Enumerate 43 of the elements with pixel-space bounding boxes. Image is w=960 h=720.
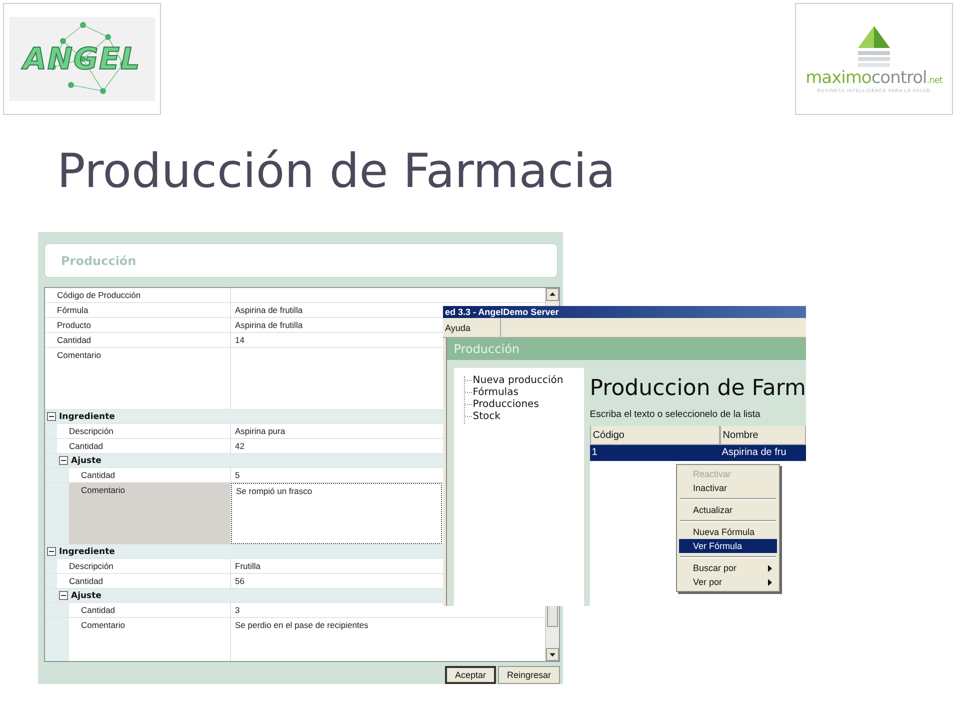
panel-title: Producción bbox=[454, 342, 520, 356]
table-row[interactable]: 1 Aspirina de fru bbox=[590, 445, 806, 461]
table-cell-text: 1 bbox=[590, 446, 598, 460]
field-label: Comentario bbox=[69, 483, 231, 544]
collapse-icon[interactable] bbox=[59, 456, 68, 465]
field-value: Aspirina de frutilla bbox=[234, 319, 303, 330]
field-value: Aspirina de frutilla bbox=[234, 304, 303, 315]
collapse-icon[interactable] bbox=[47, 412, 56, 421]
menu-item[interactable]: Ayuda bbox=[443, 318, 502, 337]
field-value: 42 bbox=[234, 440, 244, 451]
page-heading: Produccion de Farm bbox=[590, 376, 806, 401]
field-value: Frutilla bbox=[234, 560, 261, 571]
window-title: ed 3.3 - AngelDemo Server bbox=[445, 307, 559, 317]
collapse-icon[interactable] bbox=[59, 591, 68, 600]
scroll-up-icon[interactable] bbox=[546, 288, 559, 301]
menu-item[interactable]: Ver por bbox=[679, 575, 777, 589]
group-title: Ajuste bbox=[71, 456, 102, 466]
menu-item[interactable]: Actualizar bbox=[679, 503, 777, 517]
field-value: Aspirina pura bbox=[234, 425, 286, 436]
pyramid-icon bbox=[856, 26, 892, 68]
dialog-button[interactable]: Aceptar bbox=[444, 666, 496, 684]
scroll-thumb[interactable] bbox=[547, 605, 558, 627]
menu-item[interactable]: Nueva Fórmula bbox=[679, 525, 777, 539]
prompt-text: Escriba el texto o seleccionelo de la lista bbox=[590, 409, 762, 420]
dialog-button[interactable]: Reingresar bbox=[498, 666, 560, 684]
group-title: Ajuste bbox=[71, 590, 102, 600]
logo-text: maximocontrol.net bbox=[806, 68, 942, 88]
menu-item[interactable]: Ver Fórmula bbox=[679, 539, 777, 553]
group-title: Ingrediente bbox=[59, 412, 115, 422]
menu-item[interactable]: Buscar por bbox=[679, 561, 777, 575]
scroll-down-icon[interactable] bbox=[546, 648, 559, 661]
slide-title: Producción de Farmacia bbox=[57, 146, 616, 198]
field-value: 5 bbox=[234, 469, 240, 480]
group-title: Ingrediente bbox=[59, 546, 115, 556]
table-cell-text: Aspirina de fru bbox=[720, 446, 788, 460]
field-value: 14 bbox=[234, 334, 244, 345]
field-value: 56 bbox=[234, 575, 244, 586]
field-value: Se perdio en el pase de recipientes bbox=[234, 619, 368, 630]
comment-field[interactable]: Se rompió un frasco bbox=[231, 483, 442, 544]
field-value: 3 bbox=[234, 604, 240, 615]
window-title: Producción bbox=[61, 254, 136, 268]
menu-item[interactable]: Inactivar bbox=[679, 481, 777, 495]
collapse-icon[interactable] bbox=[47, 547, 56, 556]
